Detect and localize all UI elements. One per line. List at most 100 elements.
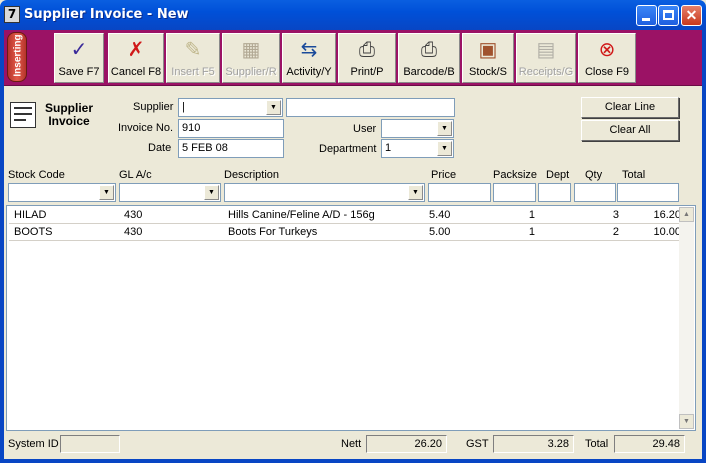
chevron-down-icon[interactable]: ▼ xyxy=(437,121,452,136)
entry-field[interactable] xyxy=(428,183,491,202)
entry-field[interactable]: ▼ xyxy=(224,183,425,202)
printer-icon: ⎙ xyxy=(359,39,375,61)
gst-label: GST xyxy=(466,438,489,450)
nett-value: 26.20 xyxy=(366,435,447,453)
cell-price: 5.00 xyxy=(429,226,451,238)
column-header: Total xyxy=(622,169,646,181)
toolbar-button-label: Print/P xyxy=(350,66,384,78)
toolbar-button-label: Insert F5 xyxy=(171,66,215,78)
toolbar-button-1[interactable]: ✗ Cancel F8 xyxy=(108,33,164,83)
cell-total: 10.00 xyxy=(653,226,681,238)
toolbar-button-7[interactable]: ▣ Stock/S xyxy=(462,33,514,83)
cell-qty: 2 xyxy=(612,226,619,238)
toolbar-button-2[interactable]: ✎ Insert F5 xyxy=(166,33,220,83)
receipts-icon: ▤ xyxy=(536,39,556,61)
chevron-down-icon[interactable]: ▼ xyxy=(204,185,219,200)
column-header: Price xyxy=(431,169,457,181)
cell-stock-code: BOOTS xyxy=(14,226,53,238)
toolbar-button-label: Activity/Y xyxy=(286,66,332,78)
invoice-doc-icon xyxy=(10,102,36,128)
date-field[interactable]: 5 FEB 08 xyxy=(178,139,284,158)
close-window-button[interactable]: ✕ xyxy=(681,5,702,26)
app-icon[interactable]: 7 xyxy=(4,6,20,23)
insert-pen-icon: ✎ xyxy=(184,39,202,61)
cell-price: 5.40 xyxy=(429,209,451,221)
toolbar-button-5[interactable]: ⎙ Print/P xyxy=(338,33,396,83)
chevron-down-icon[interactable]: ▼ xyxy=(408,185,423,200)
line-items-grid[interactable]: HILAD 430 Hills Canine/Feline A/D - 156g 5.… xyxy=(6,205,696,431)
toolbar-button-9[interactable]: ⊗ Close F9 xyxy=(578,33,636,83)
close-x-icon: ✕ xyxy=(685,7,698,23)
minimize-button[interactable] xyxy=(636,5,657,26)
red-x-icon: ✗ xyxy=(127,39,145,61)
date-label: Date xyxy=(148,142,172,154)
toolbar-button-4[interactable]: ⇆ Activity/Y xyxy=(282,33,336,83)
toolbar-button-label: Receipts/G xyxy=(518,66,574,78)
entry-field[interactable]: ▼ xyxy=(8,183,116,202)
table-row[interactable]: HILAD 430 Hills Canine/Feline A/D - 156g 5.… xyxy=(9,207,681,224)
clear-all-button[interactable]: Clear All xyxy=(581,120,679,141)
cell-packsize: 1 xyxy=(528,209,535,221)
user-combo[interactable]: ▼ xyxy=(381,119,454,138)
cell-description: Boots For Turkeys xyxy=(228,226,318,238)
barcode-printer-icon: ⎙ xyxy=(421,39,437,61)
gst-value: 3.28 xyxy=(493,435,574,453)
chevron-down-icon[interactable]: ▼ xyxy=(99,185,114,200)
scroll-up-icon[interactable]: ▲ xyxy=(679,207,694,222)
column-header: Qty xyxy=(585,169,603,181)
chevron-down-icon[interactable]: ▼ xyxy=(437,141,452,156)
cell-gl: 430 xyxy=(124,209,143,221)
user-label: User xyxy=(353,123,377,135)
column-header: Description xyxy=(224,169,280,181)
nett-label: Nett xyxy=(341,438,362,450)
window-title: Supplier Invoice - New xyxy=(24,7,189,22)
toolbar-button-6[interactable]: ⎙ Barcode/B xyxy=(398,33,460,83)
cell-description: Hills Canine/Feline A/D - 156g xyxy=(228,209,375,221)
invoice-logo-text: Supplier Invoice xyxy=(44,101,93,128)
supplier-icon: ▦ xyxy=(241,39,261,61)
toolbar-button-label: Cancel F8 xyxy=(110,66,162,78)
department-value: 1 xyxy=(385,142,392,154)
supplier-combo[interactable]: | ▼ xyxy=(178,98,283,117)
inserting-badge: Inserting xyxy=(7,32,27,82)
activity-icon: ⇆ xyxy=(300,39,318,61)
department-label: Department xyxy=(319,143,377,155)
column-header: Stock Code xyxy=(8,169,65,181)
column-header: Packsize xyxy=(493,169,538,181)
invoice-no-label: Invoice No. xyxy=(118,122,174,134)
department-combo[interactable]: 1 ▼ xyxy=(381,139,454,158)
stock-box-icon: ▣ xyxy=(478,39,498,61)
toolbar-button-label: Save F7 xyxy=(58,66,100,78)
system-id-field xyxy=(60,435,120,453)
toolbar-button-8[interactable]: ▤ Receipts/G xyxy=(516,33,576,83)
close-circle-icon: ⊗ xyxy=(598,39,616,61)
system-id-label: System ID xyxy=(8,438,59,450)
toolbar-button-label: Supplier/R xyxy=(225,66,277,78)
column-header: GL A/c xyxy=(119,169,152,181)
cell-total: 16.20 xyxy=(653,209,681,221)
toolbar-button-label: Barcode/B xyxy=(403,66,455,78)
cell-packsize: 1 xyxy=(528,226,535,238)
vertical-scrollbar[interactable]: ▲ ▼ xyxy=(679,207,694,429)
entry-field[interactable]: ▼ xyxy=(119,183,221,202)
supplier-name-field[interactable] xyxy=(286,98,455,117)
toolbar-button-3[interactable]: ▦ Supplier/R xyxy=(222,33,280,83)
chevron-down-icon[interactable]: ▼ xyxy=(266,100,281,115)
toolbar-button-0[interactable]: ✓ Save F7 xyxy=(54,33,104,83)
cell-qty: 3 xyxy=(612,209,619,221)
maximize-button[interactable] xyxy=(658,5,679,26)
column-header: Dept xyxy=(546,169,570,181)
entry-field[interactable] xyxy=(617,183,679,202)
total-label: Total xyxy=(585,438,609,450)
entry-field[interactable] xyxy=(493,183,536,202)
clear-line-button[interactable]: Clear Line xyxy=(581,97,679,118)
table-row[interactable]: BOOTS 430 Boots For Turkeys 5.00 1 2 10.00 xyxy=(9,224,681,241)
toolbar-button-label: Close F9 xyxy=(584,66,630,78)
total-value: 29.48 xyxy=(614,435,685,453)
entry-field[interactable] xyxy=(574,183,616,202)
entry-field[interactable] xyxy=(538,183,571,202)
pen-check-icon: ✓ xyxy=(70,39,88,61)
scroll-down-icon[interactable]: ▼ xyxy=(679,414,694,429)
invoice-no-field[interactable]: 910 xyxy=(178,119,284,138)
cell-stock-code: HILAD xyxy=(14,209,47,221)
